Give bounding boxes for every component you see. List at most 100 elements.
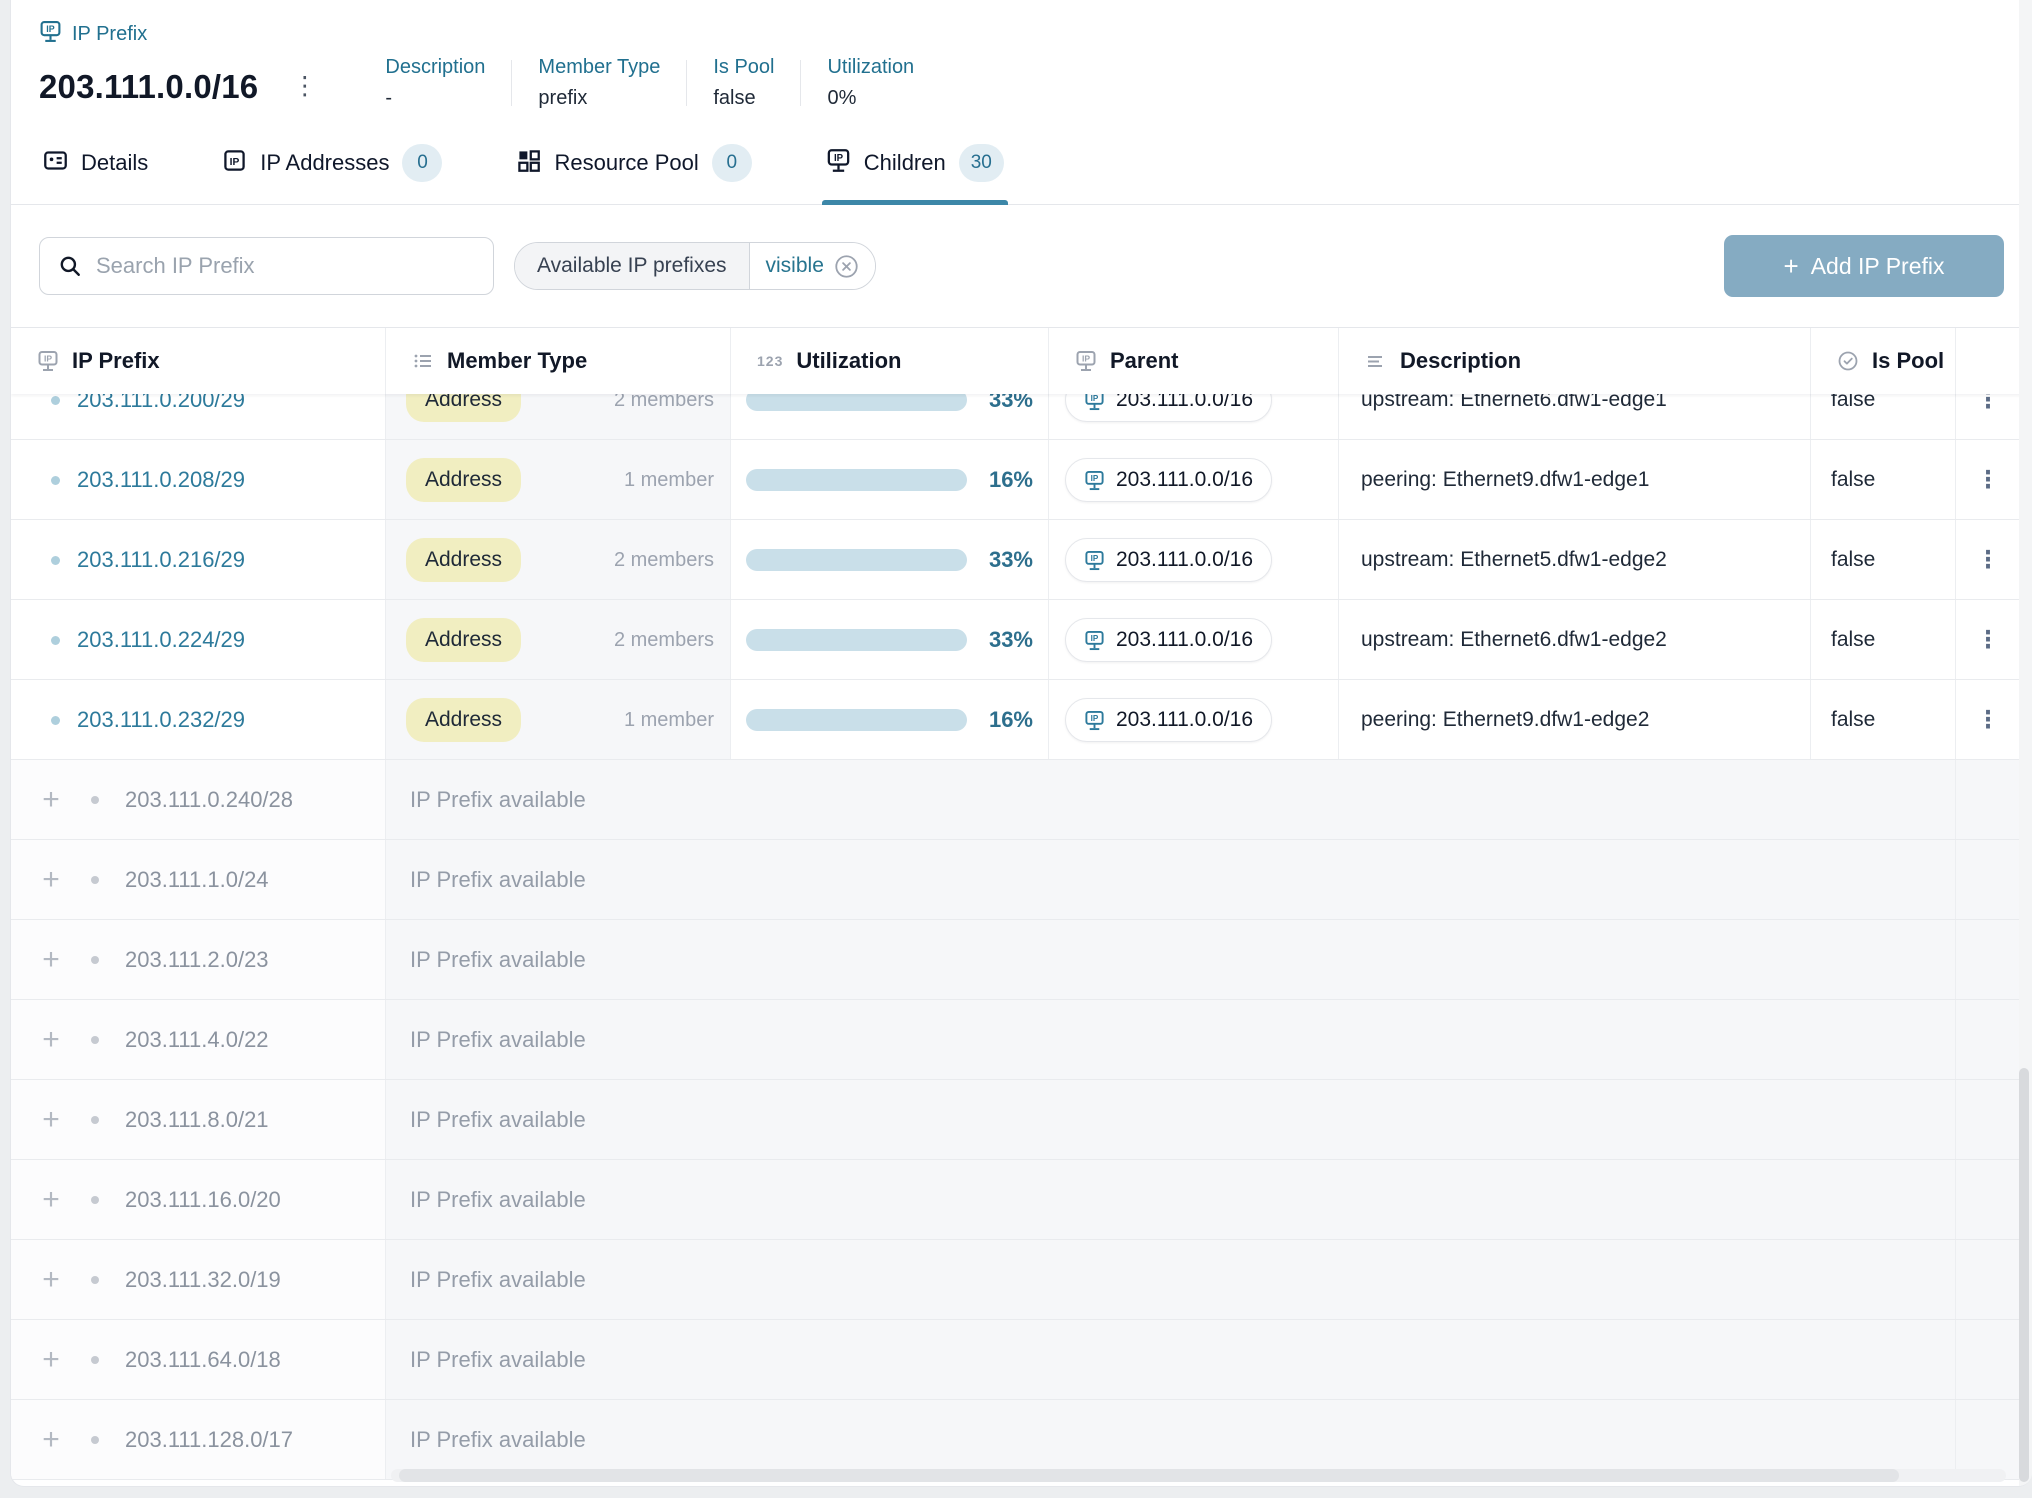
parent-prefix-chip[interactable]: 203.111.0.0/16 [1065,618,1272,662]
vertical-scrollbar-thumb[interactable] [2019,1068,2029,1482]
description-cell: peering: Ethernet9.dfw1-edge2 [1339,680,1811,760]
available-row: + 203.111.4.0/22 IP Prefix available [11,1000,2032,1080]
remove-filter-icon[interactable] [834,254,859,279]
add-prefix-plus-icon[interactable]: + [37,865,65,895]
add-prefix-plus-icon[interactable]: + [37,945,65,975]
parent-cell: 203.111.0.0/16 [1049,600,1339,680]
add-ip-prefix-button[interactable]: + Add IP Prefix [1724,235,2004,297]
filter-chip-name: Available IP prefixes [515,243,749,289]
prefix-link[interactable]: 203.111.0.232/29 [77,707,245,733]
ip-prefix-icon [39,20,62,49]
prefix-link[interactable]: 203.111.0.200/29 [77,394,245,413]
is-pool-cell: false [1811,440,1956,520]
utilization-percent: 16% [981,467,1033,493]
column-header-parent[interactable]: Parent [1049,328,1339,394]
member-count: 1 member [624,709,714,732]
prefix-link[interactable]: 203.111.0.216/29 [77,547,245,573]
available-row: + 203.111.32.0/19 IP Prefix available [11,1240,2032,1320]
tab-children[interactable]: Children 30 [822,130,1008,204]
add-prefix-plus-icon[interactable]: + [37,785,65,815]
column-header-ip-prefix[interactable]: IP Prefix [11,328,386,394]
id-card-icon [43,148,68,179]
prefix-cell: 203.111.0.224/29 [11,600,386,680]
tab-count-badge: 30 [959,144,1004,182]
status-dot [51,636,60,645]
column-header-description[interactable]: Description [1339,328,1811,394]
column-header-is-pool[interactable]: Is Pool [1811,328,1956,394]
row-kebab-menu-icon[interactable]: ⋮ [1956,520,2020,600]
available-note: IP Prefix available [386,1400,1956,1480]
utilization-bar [746,629,967,651]
column-header-utilization[interactable]: 123 Utilization [731,328,1049,394]
parent-prefix-chip[interactable]: 203.111.0.0/16 [1065,538,1272,582]
tab-details[interactable]: Details [39,130,152,204]
add-prefix-plus-icon[interactable]: + [37,1025,65,1055]
is-pool-cell: false [1811,520,1956,600]
available-note: IP Prefix available [386,1320,1956,1400]
prefix-meta: Description - Member Type prefix Is Pool… [359,56,940,110]
filter-chip-value[interactable]: visible [749,243,875,289]
row-kebab-menu-icon[interactable]: ⋮ [1956,394,2020,440]
parent-prefix-chip[interactable]: 203.111.0.0/16 [1065,394,1272,422]
ip-prefix-icon [37,350,59,372]
row-kebab-menu-icon[interactable]: ⋮ [1956,680,2020,760]
add-prefix-plus-icon[interactable]: + [37,1345,65,1375]
check-circle-icon [1837,350,1859,372]
member-count: 2 members [614,549,714,572]
available-row: + 203.111.64.0/18 IP Prefix available [11,1320,2032,1400]
breadcrumb[interactable]: IP Prefix [39,18,2032,50]
status-dot [91,1276,99,1284]
parent-cell: 203.111.0.0/16 [1049,440,1339,520]
utilization-cell: 33% [731,520,1049,600]
prefix-link[interactable]: 203.111.0.224/29 [77,627,245,653]
column-header-member-type[interactable]: Member Type [386,328,731,394]
available-prefix-cell: + 203.111.1.0/24 [11,840,386,920]
utilization-bar [746,394,967,411]
title-kebab-menu-icon[interactable]: ⋮ [292,74,317,99]
vertical-scrollbar-track[interactable] [2019,0,2032,1486]
list-icon [412,350,434,372]
status-dot [51,396,60,405]
status-dot [91,956,99,964]
member-type-badge: Address [406,458,521,502]
member-type-cell: Address 1 member [386,680,731,760]
available-prefix-label: 203.111.8.0/21 [125,1107,269,1133]
available-prefix-cell: + 203.111.128.0/17 [11,1400,386,1480]
table-row: 203.111.0.216/29 Address 2 members 33% 2… [11,520,2032,600]
available-actions-cell [1956,1000,2020,1080]
available-note: IP Prefix available [386,1000,1956,1080]
status-dot [91,796,99,804]
description-cell: peering: Ethernet9.dfw1-edge1 [1339,440,1811,520]
search-input[interactable] [96,253,475,279]
parent-prefix-chip[interactable]: 203.111.0.0/16 [1065,698,1272,742]
meta-description: Description - [359,56,511,110]
utilization-percent: 33% [981,394,1033,413]
children-table: IP Prefix Member Type 123 Utilization Pa… [11,327,2032,1480]
row-kebab-menu-icon[interactable]: ⋮ [1956,600,2020,680]
grid-icon [516,148,541,179]
row-kebab-menu-icon[interactable]: ⋮ [1956,440,2020,520]
status-dot [51,716,60,725]
tab-resource-pool[interactable]: Resource Pool 0 [512,130,755,204]
available-prefix-label: 203.111.1.0/24 [125,867,269,893]
add-prefix-plus-icon[interactable]: + [37,1265,65,1295]
available-note: IP Prefix available [386,1160,1956,1240]
table-header-row: IP Prefix Member Type 123 Utilization Pa… [11,327,2032,394]
utilization-percent: 16% [981,707,1033,733]
add-prefix-plus-icon[interactable]: + [37,1425,65,1455]
available-row: + 203.111.16.0/20 IP Prefix available [11,1160,2032,1240]
prefix-link[interactable]: 203.111.0.208/29 [77,467,245,493]
available-prefix-cell: + 203.111.2.0/23 [11,920,386,1000]
meta-member-type: Member Type prefix [512,56,686,110]
available-note: IP Prefix available [386,1080,1956,1160]
tab-ip-addresses[interactable]: IP Addresses 0 [218,130,446,204]
ip-prefix-detail-page: IP Prefix 203.111.0.0/16 ⋮ Description -… [10,0,2032,1487]
horizontal-scrollbar-thumb[interactable] [399,1469,1899,1482]
is-pool-cell: false [1811,394,1956,440]
add-prefix-plus-icon[interactable]: + [37,1105,65,1135]
available-note: IP Prefix available [386,760,1956,840]
parent-prefix-chip[interactable]: 203.111.0.0/16 [1065,458,1272,502]
horizontal-scrollbar-track[interactable] [391,1469,2006,1482]
add-prefix-plus-icon[interactable]: + [37,1185,65,1215]
available-prefix-label: 203.111.0.240/28 [125,787,293,813]
